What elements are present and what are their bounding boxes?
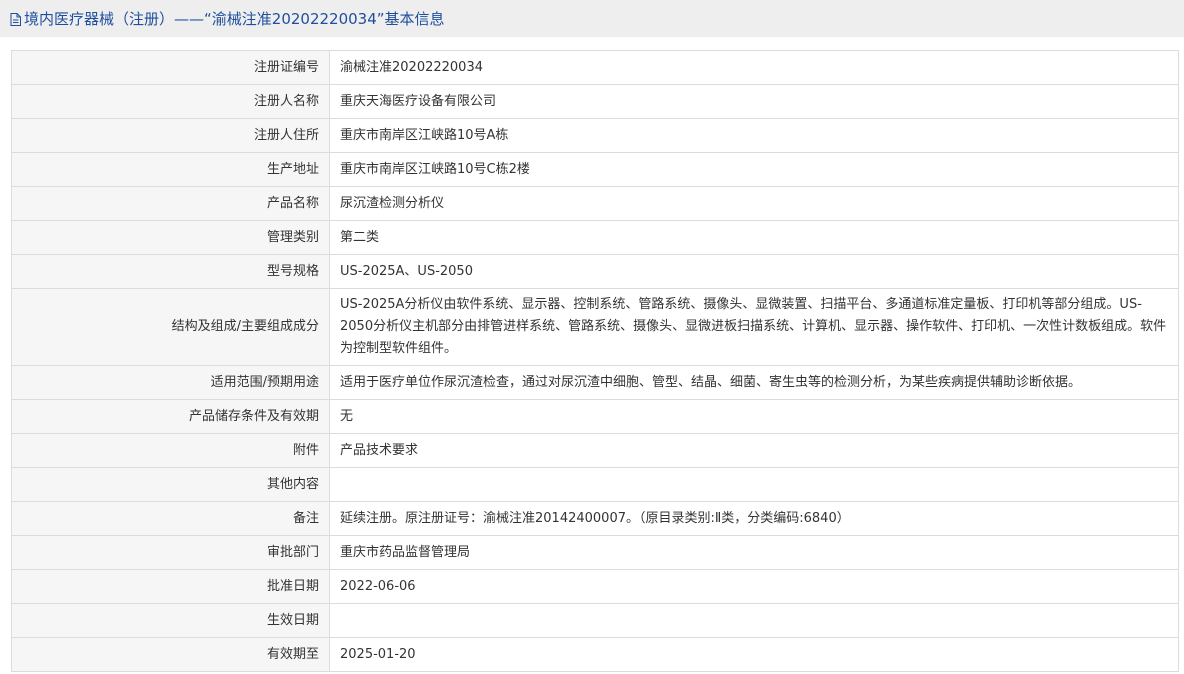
- table-row: 产品名称 尿沉渣检测分析仪: [11, 186, 1179, 221]
- page-title: 境内医疗器械（注册）——“渝械注准20202220034”基本信息: [24, 10, 445, 28]
- row-label: 备注: [11, 501, 330, 536]
- row-value: 重庆市南岸区江峡路10号A栋: [329, 118, 1179, 153]
- row-label: 型号规格: [11, 254, 330, 289]
- row-value: 尿沉渣检测分析仪: [329, 186, 1179, 221]
- row-label: 结构及组成/主要组成成分: [11, 288, 330, 366]
- document-icon: [10, 13, 21, 26]
- info-table: 注册证编号 渝械注准20202220034 注册人名称 重庆天海医疗设备有限公司…: [11, 50, 1179, 672]
- row-value: US-2025A、US-2050: [329, 254, 1179, 289]
- row-value: 渝械注准20202220034: [329, 50, 1179, 85]
- row-label: 注册证编号: [11, 50, 330, 85]
- row-label: 审批部门: [11, 535, 330, 570]
- table-row: 注册证编号 渝械注准20202220034: [11, 50, 1179, 85]
- row-label: 产品储存条件及有效期: [11, 399, 330, 434]
- table-row: 附件 产品技术要求: [11, 433, 1179, 468]
- table-row: 生产地址 重庆市南岸区江峡路10号C栋2楼: [11, 152, 1179, 187]
- row-value: 重庆市药品监督管理局: [329, 535, 1179, 570]
- table-row: 结构及组成/主要组成成分 US-2025A分析仪由软件系统、显示器、控制系统、管…: [11, 288, 1179, 366]
- row-label: 批准日期: [11, 569, 330, 604]
- table-row: 有效期至 2025-01-20: [11, 637, 1179, 672]
- row-value: 2022-06-06: [329, 569, 1179, 604]
- row-value: 产品技术要求: [329, 433, 1179, 468]
- row-value: 2025-01-20: [329, 637, 1179, 672]
- row-label: 管理类别: [11, 220, 330, 255]
- row-label: 适用范围/预期用途: [11, 365, 330, 400]
- row-value: 适用于医疗单位作尿沉渣检查，通过对尿沉渣中细胞、管型、结晶、细菌、寄生虫等的检测…: [329, 365, 1179, 400]
- row-value: US-2025A分析仪由软件系统、显示器、控制系统、管路系统、摄像头、显微装置、…: [329, 288, 1179, 366]
- row-label: 注册人名称: [11, 84, 330, 119]
- row-value: 无: [329, 399, 1179, 434]
- table-row: 型号规格 US-2025A、US-2050: [11, 254, 1179, 289]
- table-row: 产品储存条件及有效期 无: [11, 399, 1179, 434]
- page-header: 境内医疗器械（注册）——“渝械注准20202220034”基本信息: [0, 0, 1184, 37]
- table-row: 适用范围/预期用途 适用于医疗单位作尿沉渣检查，通过对尿沉渣中细胞、管型、结晶、…: [11, 365, 1179, 400]
- row-label: 生产地址: [11, 152, 330, 187]
- table-row: 管理类别 第二类: [11, 220, 1179, 255]
- row-value: 延续注册。原注册证号：渝械注准20142400007。（原目录类别:Ⅱ类，分类编…: [329, 501, 1179, 536]
- table-row: 备注 延续注册。原注册证号：渝械注准20142400007。（原目录类别:Ⅱ类，…: [11, 501, 1179, 536]
- row-value: [329, 467, 1179, 502]
- row-label: 有效期至: [11, 637, 330, 672]
- row-value: 重庆市南岸区江峡路10号C栋2楼: [329, 152, 1179, 187]
- row-label: 附件: [11, 433, 330, 468]
- table-row: 审批部门 重庆市药品监督管理局: [11, 535, 1179, 570]
- table-row: 注册人名称 重庆天海医疗设备有限公司: [11, 84, 1179, 119]
- row-value: 重庆天海医疗设备有限公司: [329, 84, 1179, 119]
- row-label: 生效日期: [11, 603, 330, 638]
- row-label: 产品名称: [11, 186, 330, 221]
- table-row: 其他内容: [11, 467, 1179, 502]
- table-row: 生效日期: [11, 603, 1179, 638]
- table-row: 批准日期 2022-06-06: [11, 569, 1179, 604]
- row-label: 其他内容: [11, 467, 330, 502]
- row-value: [329, 603, 1179, 638]
- row-value: 第二类: [329, 220, 1179, 255]
- row-label: 注册人住所: [11, 118, 330, 153]
- table-row: 注册人住所 重庆市南岸区江峡路10号A栋: [11, 118, 1179, 153]
